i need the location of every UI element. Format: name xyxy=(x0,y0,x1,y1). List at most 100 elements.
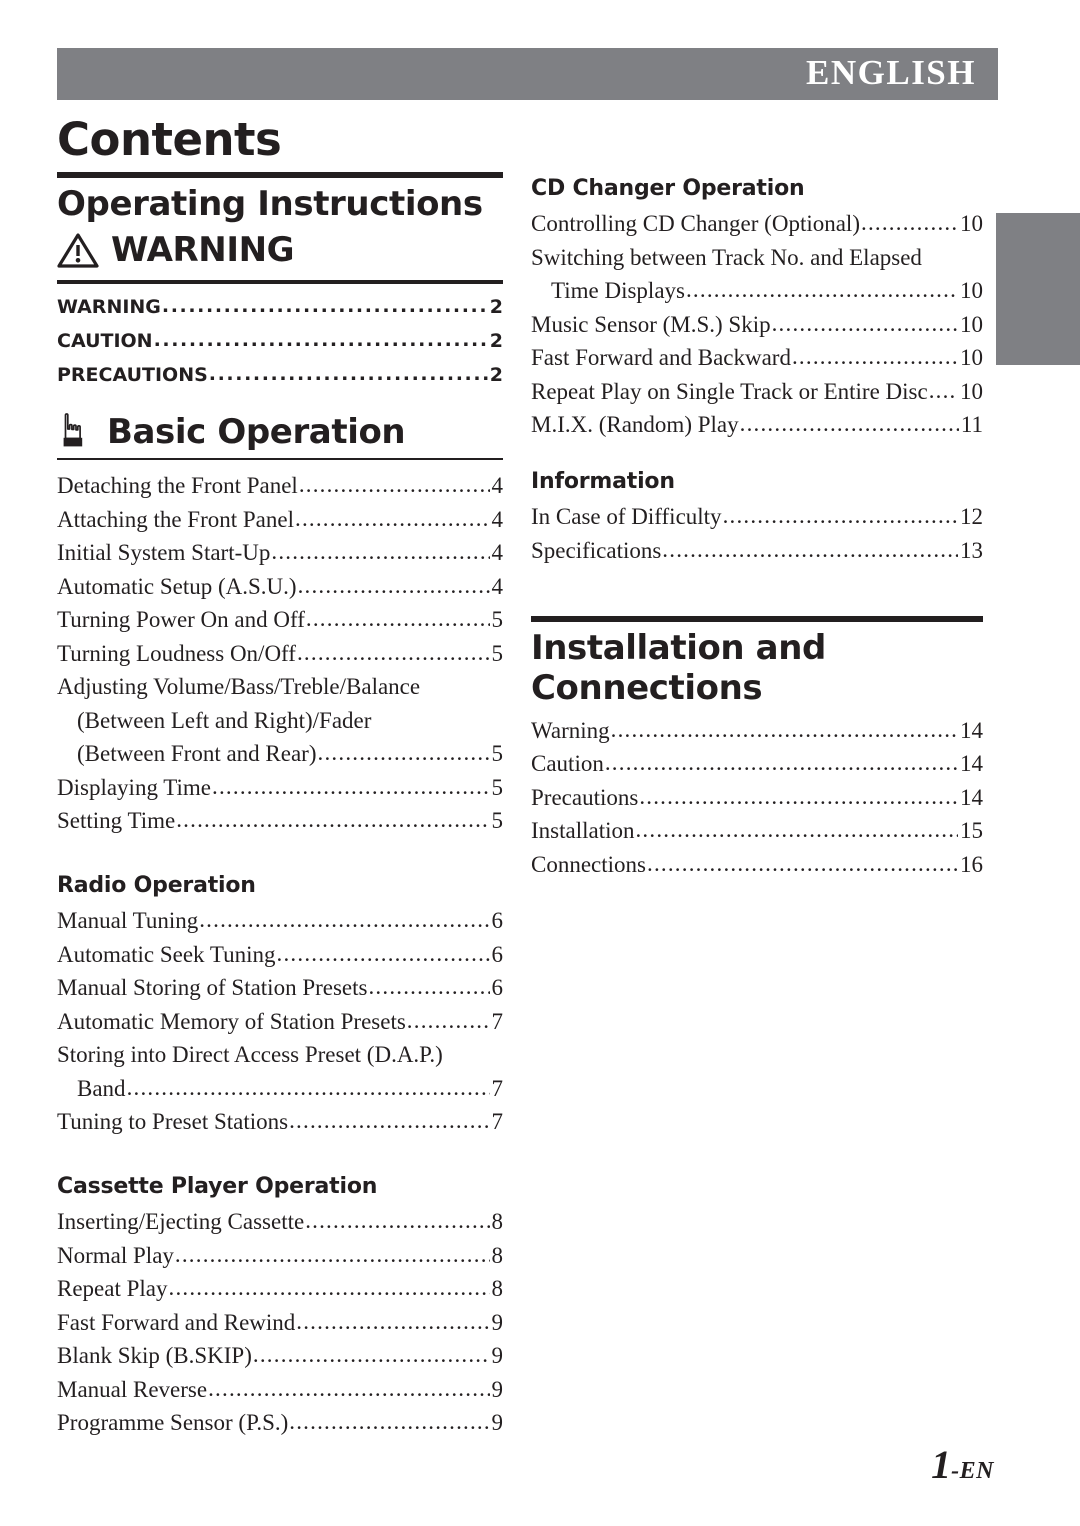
toc-entry[interactable]: In Case of Difficulty ..................… xyxy=(531,504,983,539)
toc-leader-dots: ........................................… xyxy=(208,365,488,385)
toc-entry[interactable]: Controlling CD Changer (Optional) ......… xyxy=(531,211,983,246)
toc-entry[interactable]: M.I.X. (Random) Play ...................… xyxy=(531,412,983,447)
toc-entry[interactable]: (Between Front and Rear) ...............… xyxy=(57,741,503,776)
toc-entry-page: 12 xyxy=(960,504,983,530)
toc-entry[interactable]: Switching between Track No. and Elapsed xyxy=(531,246,983,280)
toc-entry-label: Manual Reverse xyxy=(57,1376,208,1402)
toc-entry-label: Band xyxy=(77,1075,126,1101)
toc-entry-label: Detaching the Front Panel xyxy=(57,473,298,499)
toc-entry[interactable]: Band ...................................… xyxy=(57,1075,503,1111)
toc-entry[interactable]: Attaching the Front Panel ..............… xyxy=(57,506,504,542)
toc-entry-page: 8 xyxy=(491,1242,504,1268)
toc-entry-page: 9 xyxy=(491,1309,504,1335)
toc-entry-page: 6 xyxy=(491,908,504,934)
toc-entry[interactable]: Automatic Memory of Station Presets ....… xyxy=(57,1008,504,1044)
toc-entry[interactable]: Inserting/Ejecting Cassette ............… xyxy=(57,1209,504,1244)
toc-list-cd-changer-operation: Controlling CD Changer (Optional) ......… xyxy=(531,211,983,447)
toc-entry-label: Manual Tuning xyxy=(57,908,199,934)
toc-entry-page: 9 xyxy=(491,1376,504,1402)
toc-entry[interactable]: Displaying Time ........................… xyxy=(57,774,503,810)
toc-entry-page: 4 xyxy=(491,473,504,499)
toc-entry-label: Inserting/Ejecting Cassette xyxy=(57,1209,305,1235)
toc-entry[interactable]: Automatic Seek Tuning ..................… xyxy=(57,942,503,977)
toc-leader-dots: ........................................… xyxy=(168,1276,490,1300)
warning-heading-label: WARNING xyxy=(111,230,295,271)
toc-leader-dots: ........................................… xyxy=(199,908,489,932)
toc-leader-dots: ........................................… xyxy=(289,1109,490,1133)
toc-entry[interactable]: Specifications .........................… xyxy=(531,538,983,573)
toc-entry[interactable]: PRECAUTIONS ............................… xyxy=(57,364,503,400)
toc-entry[interactable]: Repeat Play on Single Track or Entire Di… xyxy=(531,378,983,414)
toc-entry[interactable]: Precautions ............................… xyxy=(531,785,983,820)
radio-operation-heading: Radio Operation xyxy=(57,872,256,898)
toc-entry-label: Turning Loudness On/Off xyxy=(57,640,296,666)
cassette-player-operation-heading: Cassette Player Operation xyxy=(57,1173,378,1199)
toc-entry[interactable]: Automatic Setup (A.S.U.) ...............… xyxy=(57,573,504,609)
toc-entry-page: 8 xyxy=(491,1209,504,1235)
toc-leader-dots: ........................................… xyxy=(212,774,490,798)
toc-leader-dots: ........................................… xyxy=(176,808,489,832)
toc-entry[interactable]: Manual Storing of Station Presets ......… xyxy=(57,975,503,1010)
toc-entry[interactable]: Tuning to Preset Stations ..............… xyxy=(57,1109,503,1144)
toc-entry[interactable]: Setting Time ...........................… xyxy=(57,808,503,843)
toc-entry[interactable]: Caution ................................… xyxy=(531,751,983,786)
toc-entry[interactable]: Fast Forward and Rewind ................… xyxy=(57,1309,504,1345)
toc-entry[interactable]: Fast Forward and Backward ..............… xyxy=(531,345,983,380)
toc-entry-label: In Case of Difficulty xyxy=(531,504,722,530)
page-title: Contents xyxy=(57,113,282,166)
toc-leader-dots: ........................................… xyxy=(861,211,958,235)
toc-entry[interactable]: Normal Play ............................… xyxy=(57,1242,504,1278)
toc-entry-label: Controlling CD Changer (Optional) xyxy=(531,211,860,237)
toc-entry[interactable]: Programme Sensor (P.S.) ................… xyxy=(57,1410,503,1445)
toc-entry-label: Setting Time xyxy=(57,808,176,834)
toc-entry[interactable]: Initial System Start-Up ................… xyxy=(57,540,503,575)
toc-leader-dots: ........................................… xyxy=(296,1309,489,1333)
toc-list-warning: WARNING ................................… xyxy=(57,297,503,400)
toc-leader-dots: ........................................… xyxy=(635,818,958,841)
toc-leader-dots: ........................................… xyxy=(406,1008,490,1032)
toc-entry[interactable]: Manual Tuning ..........................… xyxy=(57,908,504,943)
toc-entry[interactable]: Blank Skip (B.SKIP) ....................… xyxy=(57,1343,503,1378)
toc-entry-page: 8 xyxy=(491,1276,504,1302)
toc-list-basic-operation: Detaching the Front Panel ..............… xyxy=(57,473,504,843)
right-column: CD Changer Operation Controlling CD Chan… xyxy=(531,176,983,886)
toc-entry[interactable]: Turning Power On and Off ...............… xyxy=(57,607,503,642)
toc-entry[interactable]: Repeat Play ............................… xyxy=(57,1276,504,1311)
toc-entry[interactable]: Connections ............................… xyxy=(531,852,983,887)
toc-entry-label: Fast Forward and Rewind xyxy=(57,1309,296,1335)
toc-entry-label: Repeat Play xyxy=(57,1276,168,1302)
toc-entry-page: 10 xyxy=(960,311,983,337)
toc-entry-page: 4 xyxy=(491,506,504,532)
toc-entry-label: M.I.X. (Random) Play xyxy=(531,412,739,438)
toc-entry-page: 7 xyxy=(491,1008,504,1034)
toc-leader-dots: ........................................… xyxy=(153,331,488,351)
toc-entry[interactable]: Manual Reverse .........................… xyxy=(57,1376,504,1412)
toc-entry[interactable]: Turning Loudness On/Off ................… xyxy=(57,640,503,676)
toc-entry-label: Music Sensor (M.S.) Skip xyxy=(531,311,771,337)
toc-leader-dots: ........................................… xyxy=(296,640,490,664)
toc-entry[interactable]: WARNING ................................… xyxy=(57,297,503,332)
toc-leader-dots: ........................................… xyxy=(722,504,958,528)
toc-entry-page: 4 xyxy=(491,573,504,599)
toc-entry[interactable]: Time Displays ..........................… xyxy=(531,278,983,313)
toc-entry-label: Manual Storing of Station Presets xyxy=(57,975,368,1001)
toc-entry[interactable]: Music Sensor (M.S.) Skip ...............… xyxy=(531,311,983,347)
toc-entry-label: Repeat Play on Single Track or Entire Di… xyxy=(531,378,928,404)
toc-entry[interactable]: Warning ................................… xyxy=(531,718,983,753)
toc-leader-dots: .... xyxy=(928,378,957,402)
toc-entry[interactable]: (Between Left and Right)/Fader xyxy=(57,709,503,743)
part-title-installation-and-connections: Installation and Connections xyxy=(531,628,826,709)
warning-heading-row: WARNING xyxy=(57,230,503,270)
toc-entry[interactable]: Storing into Direct Access Preset (D.A.P… xyxy=(57,1043,503,1077)
toc-entry-page: 10 xyxy=(960,278,983,304)
footer-page-number-value: 1 xyxy=(931,1442,952,1487)
toc-entry[interactable]: Detaching the Front Panel ..............… xyxy=(57,473,504,508)
toc-entry-label: PRECAUTIONS xyxy=(57,364,208,387)
toc-entry-label: Caution xyxy=(531,751,604,776)
toc-entry[interactable]: Installation ...........................… xyxy=(531,818,983,853)
toc-entry[interactable]: Adjusting Volume/Bass/Treble/Balance xyxy=(57,675,503,709)
toc-entry-label: Initial System Start-Up xyxy=(57,540,271,566)
toc-entry[interactable]: CAUTION ................................… xyxy=(57,331,503,366)
part-title-operating-instructions: Operating Instructions xyxy=(57,184,483,224)
toc-leader-dots: ........................................… xyxy=(685,278,958,302)
